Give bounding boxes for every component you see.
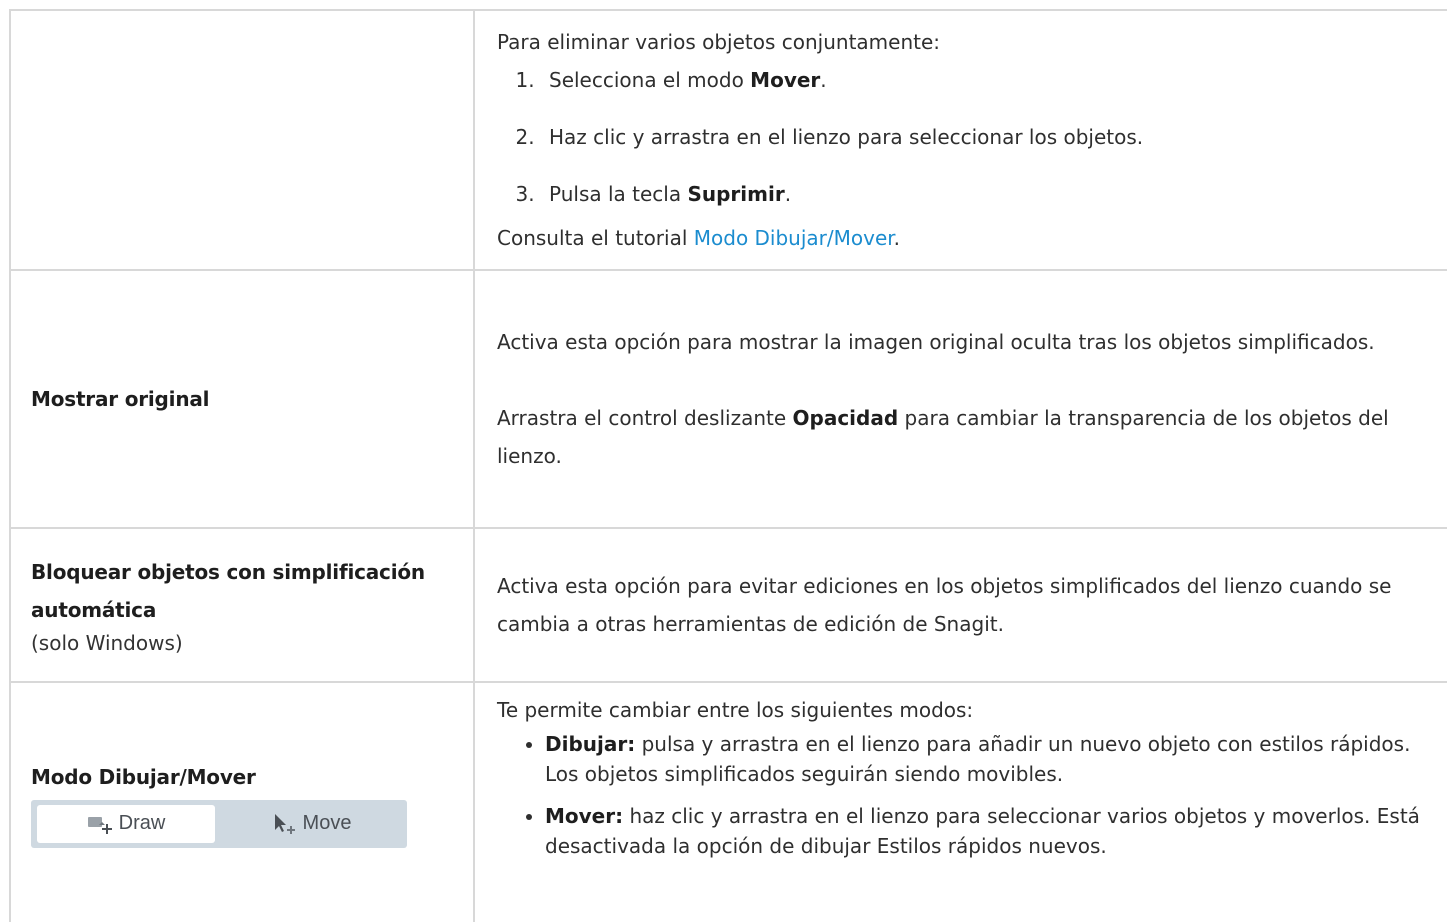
move-mode-button[interactable]: Move bbox=[221, 805, 401, 843]
tutorial-link[interactable]: Modo Dibujar/Mover bbox=[694, 226, 894, 250]
table-row: Modo Dibujar/Mover Draw Move Te permite … bbox=[9, 681, 1447, 922]
draw-shape-plus-icon bbox=[87, 816, 112, 834]
opacity-description: Arrastra el control deslizante Opacidad … bbox=[497, 406, 1389, 468]
draw-mode-button[interactable]: Draw bbox=[37, 804, 215, 843]
draw-label: Draw bbox=[118, 812, 166, 834]
step-item: Selecciona el modo Mover. bbox=[541, 61, 1428, 99]
mode-move-term: Mover bbox=[750, 68, 821, 92]
table-row: Mostrar original Activa esta opción para… bbox=[9, 269, 1447, 529]
option-label: Mostrar original bbox=[31, 387, 210, 411]
options-table: Para eliminar varios objetos conjuntamen… bbox=[9, 9, 1447, 922]
move-label: Move bbox=[302, 812, 352, 834]
steps-list: Selecciona el modo Mover. Haz clic y arr… bbox=[497, 61, 1428, 213]
draw-term: Dibujar: bbox=[545, 732, 636, 756]
description-cell: Para eliminar varios objetos conjuntamen… bbox=[473, 9, 1447, 271]
platform-note: (solo Windows) bbox=[31, 631, 183, 655]
option-label: Modo Dibujar/Mover bbox=[31, 764, 256, 789]
modes-intro: Te permite cambiar entre los siguientes … bbox=[497, 698, 974, 722]
opacity-term: Opacidad bbox=[792, 406, 899, 430]
lock-objects-description: Activa esta opción para evitar ediciones… bbox=[497, 574, 1392, 636]
description-cell: Te permite cambiar entre los siguientes … bbox=[473, 681, 1447, 922]
modes-list: Dibujar: pulsa y arrastra en el lienzo p… bbox=[497, 729, 1428, 861]
delete-intro: Para eliminar varios objetos conjuntamen… bbox=[497, 30, 941, 54]
option-cell bbox=[9, 9, 475, 271]
description-cell: Activa esta opción para evitar ediciones… bbox=[473, 527, 1447, 683]
description-cell: Activa esta opción para mostrar la image… bbox=[473, 269, 1447, 529]
table-row: Bloquear objetos con simplificación auto… bbox=[9, 527, 1447, 683]
delete-key-term: Suprimir bbox=[687, 182, 785, 206]
draw-move-toggle[interactable]: Draw Move bbox=[31, 799, 407, 848]
list-item: Dibujar: pulsa y arrastra en el lienzo p… bbox=[545, 729, 1428, 789]
cursor-move-icon bbox=[274, 813, 295, 834]
step-item: Pulsa la tecla Suprimir. bbox=[541, 175, 1428, 213]
option-cell: Bloquear objetos con simplificación auto… bbox=[9, 527, 475, 683]
option-cell: Modo Dibujar/Mover Draw Move bbox=[9, 681, 475, 922]
tutorial-reference: Consulta el tutorial Modo Dibujar/Mover. bbox=[497, 226, 901, 250]
step-item: Haz clic y arrastra en el lienzo para se… bbox=[541, 118, 1428, 156]
list-item: Mover: haz clic y arrastra en el lienzo … bbox=[545, 801, 1428, 861]
table-row: Para eliminar varios objetos conjuntamen… bbox=[9, 9, 1447, 271]
option-cell: Mostrar original bbox=[9, 269, 475, 529]
move-term: Mover: bbox=[545, 804, 624, 828]
show-original-description: Activa esta opción para mostrar la image… bbox=[497, 330, 1375, 354]
option-label: Bloquear objetos con simplificación auto… bbox=[31, 560, 425, 622]
